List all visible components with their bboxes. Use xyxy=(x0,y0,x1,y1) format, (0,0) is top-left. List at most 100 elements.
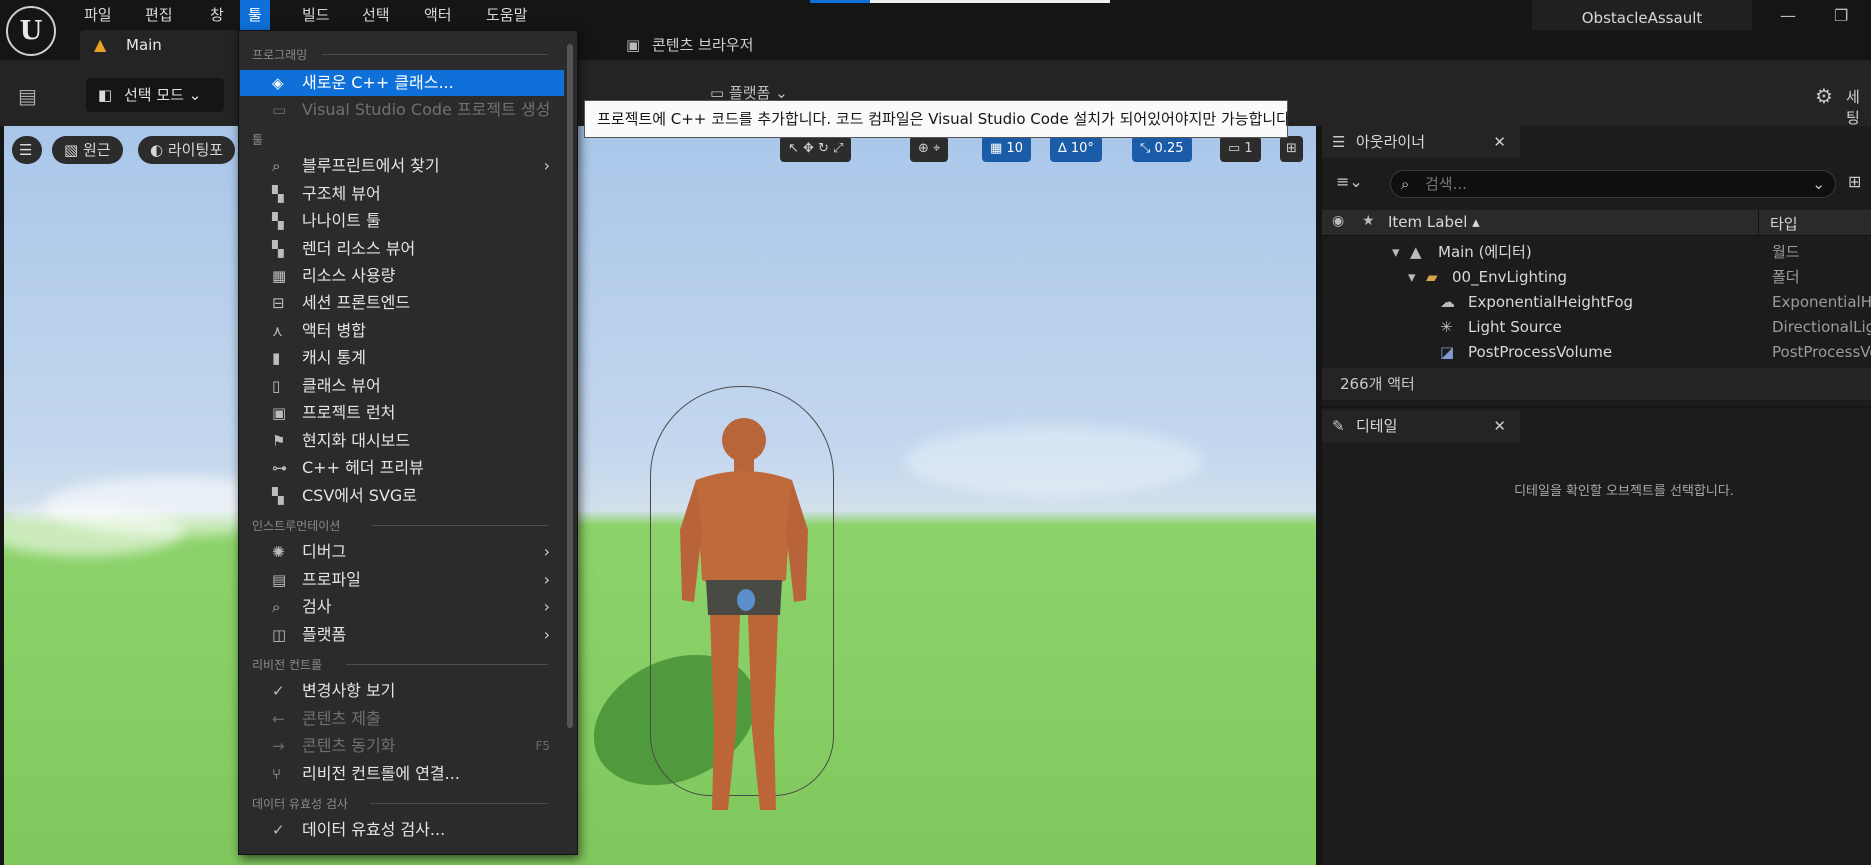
item-label: 리비전 컨트롤에 연결... xyxy=(302,764,460,783)
menu-select[interactable]: 선택 xyxy=(354,0,398,30)
menu-render-resource-viewer[interactable]: ▚ 렌더 리소스 뷰어 xyxy=(240,236,564,262)
details-panel xyxy=(1322,408,1871,865)
menu-csv-to-svg[interactable]: ▚ CSV에서 SVG로 xyxy=(240,483,564,509)
menu-class-viewer[interactable]: ▯ 클래스 뷰어 xyxy=(240,373,564,399)
restore-icon[interactable]: ❐ xyxy=(1834,6,1848,25)
menu-inspect[interactable]: ⌕ 검사 › xyxy=(240,594,564,620)
menu-window[interactable]: 창 xyxy=(202,0,232,30)
tab-details[interactable]: ✎ 디테일 ✕ xyxy=(1322,410,1520,442)
menu-find-in-blueprints[interactable]: ⌕ 블루프린트에서 찾기 › xyxy=(240,153,564,179)
close-icon[interactable]: ✕ xyxy=(1493,410,1506,442)
camera-speed-value: 1 xyxy=(1244,141,1253,156)
menu-view-changes[interactable]: ✓ 변경사항 보기 xyxy=(240,678,564,704)
col-type[interactable]: 타입 xyxy=(1770,213,1798,234)
search-icon: ⌕ xyxy=(1401,175,1410,193)
close-icon[interactable]: ✕ xyxy=(1493,126,1506,158)
list-icon: ☰ xyxy=(1332,133,1346,151)
item-label: C++ 헤더 프리뷰 xyxy=(302,458,424,477)
scale-snap-button[interactable]: ⤡ 0.25 xyxy=(1132,136,1192,162)
menu-cache-stats[interactable]: ▮ 캐시 통계 xyxy=(240,345,564,371)
outliner-search-input[interactable]: ⌕ 검색... ⌄ xyxy=(1390,170,1836,198)
gear-icon[interactable]: ⚙ xyxy=(1815,84,1833,108)
viewport-menu-icon[interactable]: ☰ xyxy=(12,136,42,164)
menu-project-launcher[interactable]: ▣ 프로젝트 런처 xyxy=(240,400,564,426)
cloud xyxy=(4,506,184,556)
inspect-icon: ⌕ xyxy=(272,598,281,616)
lighting-button[interactable]: ◐ 라이팅포 xyxy=(138,136,236,164)
menu-validate-data[interactable]: ✓ 데이터 유효성 검사... xyxy=(240,817,564,843)
menu-help[interactable]: 도움말 xyxy=(478,0,535,30)
transform-tools[interactable]: ↖ ✥ ↻ ⤢ xyxy=(780,136,852,162)
tab-main[interactable]: ▲ Main xyxy=(80,30,240,60)
menu-struct-viewer[interactable]: ▚ 구조체 뷰어 xyxy=(240,181,564,207)
expand-arrow-icon[interactable]: ▾ xyxy=(1392,240,1400,265)
details-title: 디테일 xyxy=(1356,417,1398,435)
perspective-button[interactable]: ▧ 원근 xyxy=(52,136,123,164)
filter-icon[interactable]: ≡⌄ xyxy=(1336,172,1363,191)
menu-edit[interactable]: 편집 xyxy=(137,0,181,30)
dropdown-scrollbar[interactable] xyxy=(567,44,573,728)
item-label: 구조체 뷰어 xyxy=(302,184,381,203)
level-icon: ▲ xyxy=(94,35,107,54)
menu-session-frontend[interactable]: ⊟ 세션 프론트엔드 xyxy=(240,290,564,316)
volume-icon: ◪ xyxy=(1440,343,1455,361)
menu-new-cpp-class[interactable]: ◈ 새로운 C++ 클래스... xyxy=(240,70,564,96)
menu-actor[interactable]: 액터 xyxy=(416,0,460,30)
menu-tools[interactable]: 툴 xyxy=(240,0,270,30)
outliner-row[interactable]: ◪ PostProcessVolume PostProcessVolume xyxy=(1322,340,1871,365)
select-mode-button[interactable]: ◧ 선택 모드 ⌄ xyxy=(86,78,224,112)
outliner-row[interactable]: ▾ ▲ Main (에디터) 월드 xyxy=(1322,240,1871,265)
tab-content-browser[interactable]: ▣ 콘텐츠 브라우저 xyxy=(620,30,753,60)
col-item-label[interactable]: Item Label ▴ xyxy=(1388,213,1480,231)
settings-label[interactable]: 세팅 xyxy=(1846,86,1871,128)
outliner-row[interactable]: ✳ Light Source DirectionalLight xyxy=(1322,315,1871,340)
add-folder-icon[interactable]: ⊞ xyxy=(1848,172,1861,191)
nanite-icon: ▚ xyxy=(272,212,284,230)
menu-nanite-tools[interactable]: ▚ 나나이트 툴 xyxy=(240,208,564,234)
column-divider[interactable] xyxy=(1758,210,1759,236)
vscode-icon: ▭ xyxy=(272,101,287,119)
branch-icon: ⑂ xyxy=(272,765,282,783)
grid-snap-button[interactable]: ▦ 10 xyxy=(982,136,1031,162)
character-mannequin[interactable] xyxy=(676,410,812,825)
menu-merge-actors[interactable]: ⋏ 액터 병합 xyxy=(240,318,564,344)
tab-outliner[interactable]: ☰ 아웃라이너 ✕ xyxy=(1322,126,1520,158)
profile-icon: ▤ xyxy=(272,571,287,589)
minimize-icon[interactable]: — xyxy=(1780,6,1796,25)
camera-speed-button[interactable]: ▭ 1 xyxy=(1220,136,1261,162)
angle-snap-button[interactable]: ∆ 10° xyxy=(1050,136,1102,162)
menu-resource-usage[interactable]: ▦ 리소스 사용량 xyxy=(240,263,564,289)
eye-icon[interactable]: ◉ xyxy=(1332,213,1344,229)
row-label: PostProcessVolume xyxy=(1468,343,1613,361)
layout-icon[interactable]: ⊞ xyxy=(1280,136,1303,162)
menu-profile[interactable]: ▤ 프로파일 › xyxy=(240,567,564,593)
unreal-logo-icon[interactable]: U xyxy=(6,6,56,56)
table-icon: ▦ xyxy=(272,267,287,285)
section-divider xyxy=(370,803,548,804)
menu-localization-dashboard[interactable]: ⚑ 현지화 대시보드 xyxy=(240,428,564,454)
world-icon[interactable]: ⊕ ⌖ xyxy=(910,136,949,162)
row-type: ExponentialHeightFog xyxy=(1772,293,1871,311)
menu-cpp-header-preview[interactable]: ⊶ C++ 헤더 프리뷰 xyxy=(240,455,564,481)
star-icon[interactable]: ★ xyxy=(1362,213,1375,229)
save-icon[interactable]: ▤ xyxy=(18,84,37,108)
menu-build[interactable]: 빌드 xyxy=(294,0,338,30)
expand-arrow-icon[interactable]: ▾ xyxy=(1408,265,1416,290)
outliner-row[interactable]: ☁ ExponentialHeightFog ExponentialHeight… xyxy=(1322,290,1871,315)
stats-icon: ▮ xyxy=(272,349,281,367)
item-label: 프로파일 xyxy=(302,570,361,589)
actor-count: 266개 액터 xyxy=(1322,368,1871,400)
menu-file[interactable]: 파일 xyxy=(76,0,120,30)
chevron-right-icon: › xyxy=(543,570,550,589)
row-type: DirectionalLight xyxy=(1772,318,1871,336)
cpp-class-icon: ◈ xyxy=(272,74,284,92)
item-label: 검사 xyxy=(302,597,332,616)
menu-platform[interactable]: ◫ 플랫폼 › xyxy=(240,622,564,648)
search-placeholder: 검색... xyxy=(1425,175,1467,193)
folder-icon: ▰ xyxy=(1426,268,1438,286)
item-label: 리소스 사용량 xyxy=(302,266,396,285)
outliner-row[interactable]: ▾ ▰ 00_EnvLighting 폴더 xyxy=(1322,265,1871,290)
menu-connect-revision-control[interactable]: ⑂ 리비전 컨트롤에 연결... xyxy=(240,761,564,787)
perspective-label: 원근 xyxy=(82,141,111,159)
menu-debug[interactable]: ✺ 디버그 › xyxy=(240,539,564,565)
